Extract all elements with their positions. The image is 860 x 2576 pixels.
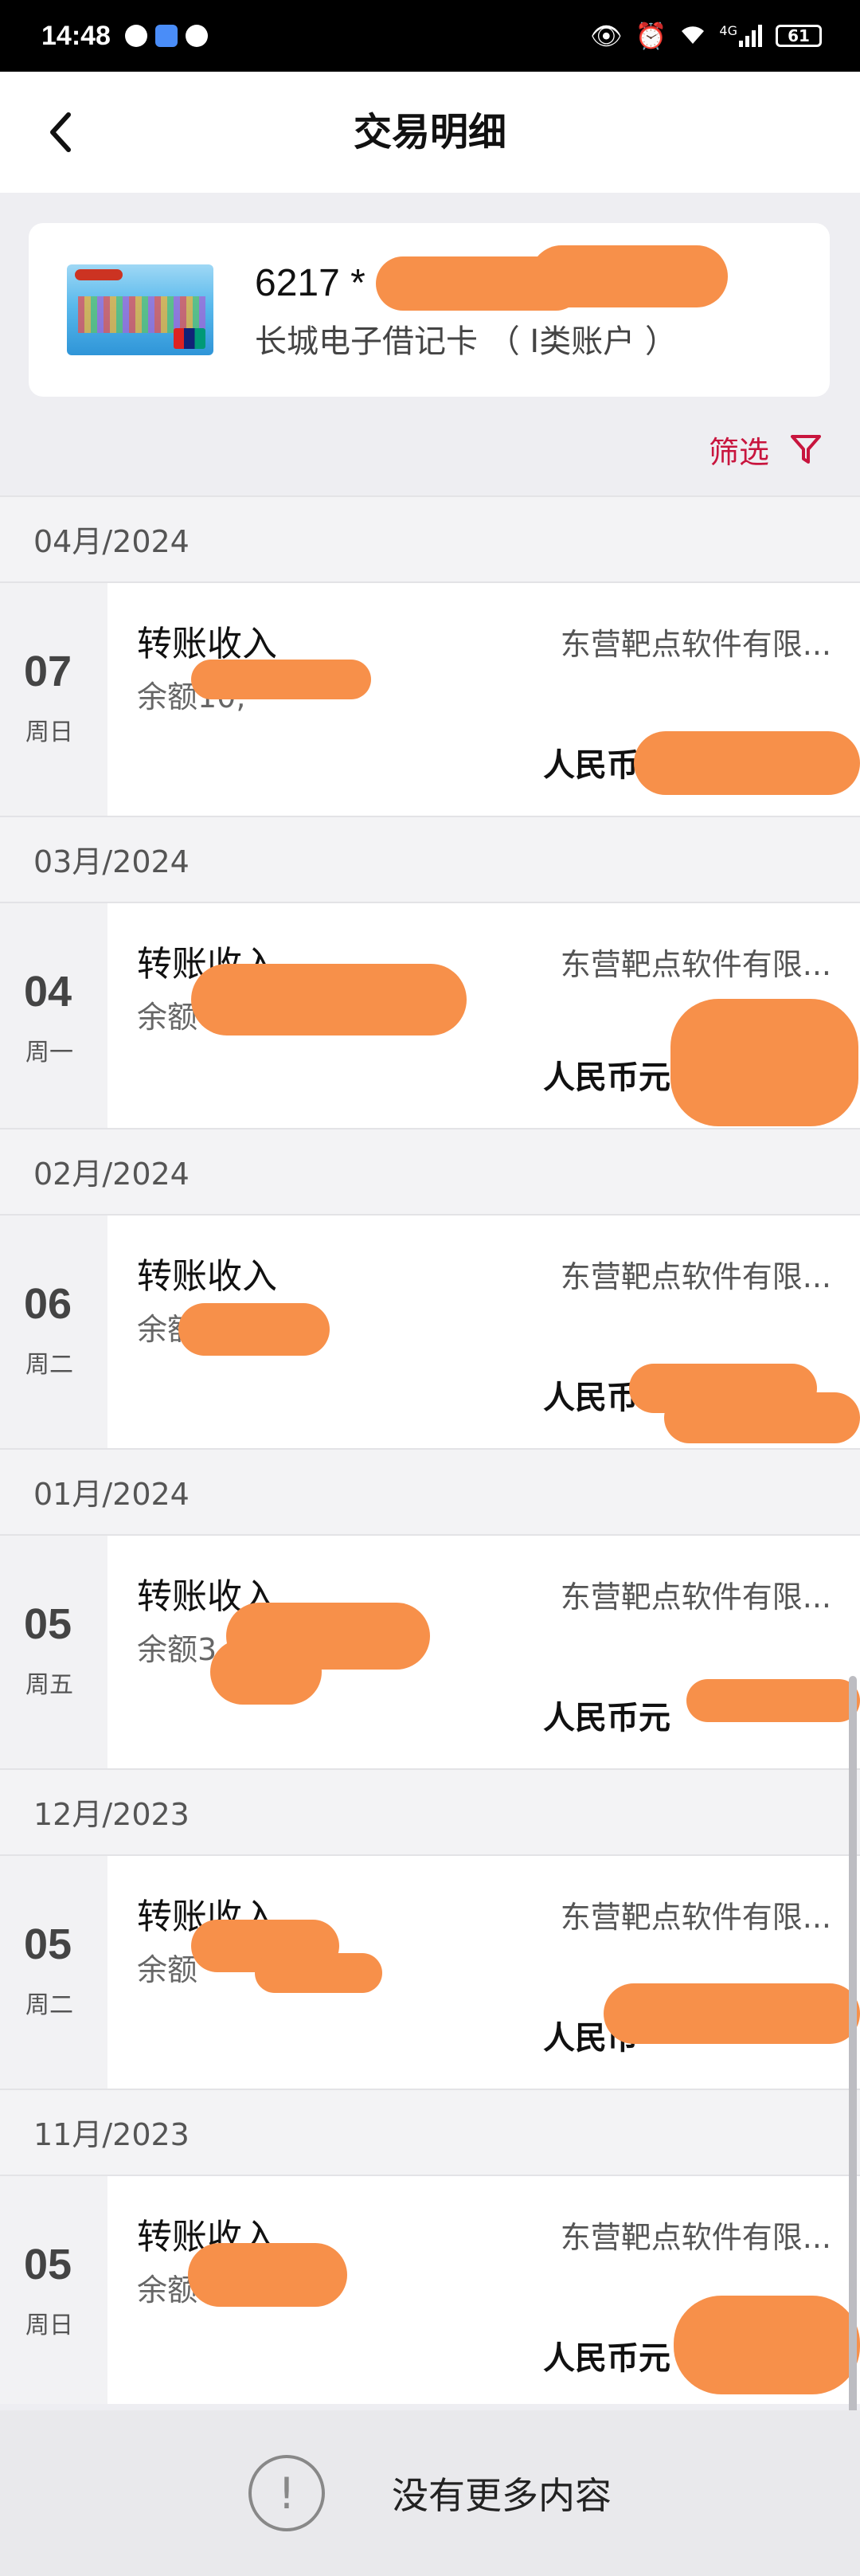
page-title: 交易明细 [353,110,506,155]
date-column: 07 周日 [0,583,108,816]
currency-label: 人民币 [543,1380,639,1416]
transaction-row[interactable]: 05 周日 转账收入 余额 东营靶点软件有限... 人民币元 [0,2176,860,2404]
wifi-icon [679,23,706,49]
redaction [604,1983,860,2044]
transaction-amount: 人民币元 [543,2332,670,2378]
currency-label: 人民币元 [543,1059,670,1096]
transaction-day: 04 [24,968,72,1016]
transaction-balance: 余额3 [137,1632,217,1667]
transaction-type: 转账收入 [137,624,277,664]
bank-logo-icon [75,269,123,280]
transaction-list: 04月/2024 07 周日 转账收入 余额10, 东营靶点软件有限... 人民… [0,495,860,2404]
system-icons: 👁 ⏰ 4G 61 [590,23,822,49]
battery-icon: 61 [776,25,822,47]
month-header: 03月/2024 [0,816,860,903]
transaction-amount: 人民币元 [543,1692,670,1738]
transaction-row[interactable]: 07 周日 转账收入 余额10, 东营靶点软件有限... 人民币元 [0,583,860,816]
redaction [178,1303,330,1356]
signal-icon: 4G [719,25,763,47]
transaction-weekday: 周日 [25,718,73,746]
transaction-amount: 人民币元 [543,1051,670,1098]
transaction-counterparty: 东营靶点软件有限... [560,947,831,982]
currency-label: 人民币元 [543,1700,670,1736]
filter-button[interactable]: 筛选 [709,429,822,470]
date-column: 06 周二 [0,1216,108,1448]
date-column: 05 周二 [0,1856,108,2089]
date-column: 04 周一 [0,903,108,1128]
redaction [530,245,728,307]
card-type: 长城电子借记卡 （ I类账户 ） [255,323,677,360]
redaction [191,660,371,699]
redaction [664,1392,860,1443]
transaction-counterparty: 东营靶点软件有限... [560,1580,831,1615]
transaction-counterparty: 东营靶点软件有限... [560,627,831,662]
month-header: 11月/2023 [0,2089,860,2176]
month-header: 12月/2023 [0,1768,860,1856]
transaction-balance: 余额 [137,1000,198,1035]
redaction [686,1679,860,1722]
status-bar: 14:48 👁 ⏰ 4G 61 [0,0,860,72]
filter-label: 筛选 [708,434,769,470]
redaction [210,1639,322,1705]
transaction-weekday: 周二 [25,1351,73,1379]
transaction-counterparty: 东营靶点软件有限... [560,1259,831,1294]
transaction-counterparty: 东营靶点软件有限... [560,2220,831,2255]
scrollbar[interactable] [849,1676,857,2441]
notification-icons [124,25,208,47]
funnel-icon [791,435,821,464]
transaction-weekday: 周二 [25,1991,73,2019]
alarm-icon: ⏰ [635,21,667,51]
transaction-day: 07 [24,648,72,695]
month-header: 01月/2024 [0,1448,860,1536]
transaction-balance: 余额 [137,1952,198,1987]
transaction-counterparty: 东营靶点软件有限... [560,1900,831,1935]
exclamation-circle-icon: ! [248,2455,325,2531]
bank-card-image [67,264,213,355]
no-more-content-text: 没有更多内容 [392,2474,612,2517]
transaction-row[interactable]: 06 周二 转账收入 余额 东营靶点软件有限... 人民币 [0,1216,860,1448]
month-header: 04月/2024 [0,495,860,583]
transaction-row[interactable]: 05 周二 转账收入 余额 东营靶点软件有限... 人民币 [0,1856,860,2089]
redaction [634,731,860,795]
eye-icon: 👁 [589,21,623,51]
back-button[interactable] [32,104,89,161]
account-card[interactable]: 6217 * 长城电子借记卡 （ I类账户 ） [29,223,830,397]
redaction [670,999,858,1126]
status-time: 14:48 [41,20,111,51]
transaction-row[interactable]: 05 周五 转账收入 余额3 东营靶点软件有限... 人民币元 [0,1536,860,1768]
transaction-amount: 人民币 [543,1372,639,1418]
transaction-row[interactable]: 04 周一 转账收入 余额 东营靶点软件有限... 人民币元 [0,903,860,1128]
redaction [188,2243,347,2307]
transaction-weekday: 周日 [25,2312,73,2339]
month-header: 02月/2024 [0,1128,860,1216]
battery-level: 61 [788,26,810,45]
currency-label: 人民币元 [543,2340,670,2377]
date-column: 05 周日 [0,2176,108,2404]
date-column: 05 周五 [0,1536,108,1768]
wechat-icon [124,25,147,47]
end-of-list-footer: ! 没有更多内容 [0,2410,860,2576]
transaction-day: 05 [24,1920,72,1968]
redaction [255,1953,382,1993]
transaction-day: 05 [24,1600,72,1648]
transaction-day: 06 [24,1280,72,1328]
transaction-type: 转账收入 [137,1256,277,1297]
unionpay-logo-icon [174,328,205,349]
card-number: 6217 * [255,262,366,304]
chevron-left-icon [50,112,71,152]
transaction-weekday: 周一 [25,1039,73,1067]
transaction-day: 05 [24,2241,72,2288]
message-icon [185,25,208,47]
redaction [674,2296,860,2394]
nav-bar: 交易明细 [0,72,860,193]
location-app-icon [154,25,178,47]
transaction-weekday: 周五 [25,1671,73,1699]
redaction [191,964,467,1035]
network-type-label: 4G [719,23,737,38]
